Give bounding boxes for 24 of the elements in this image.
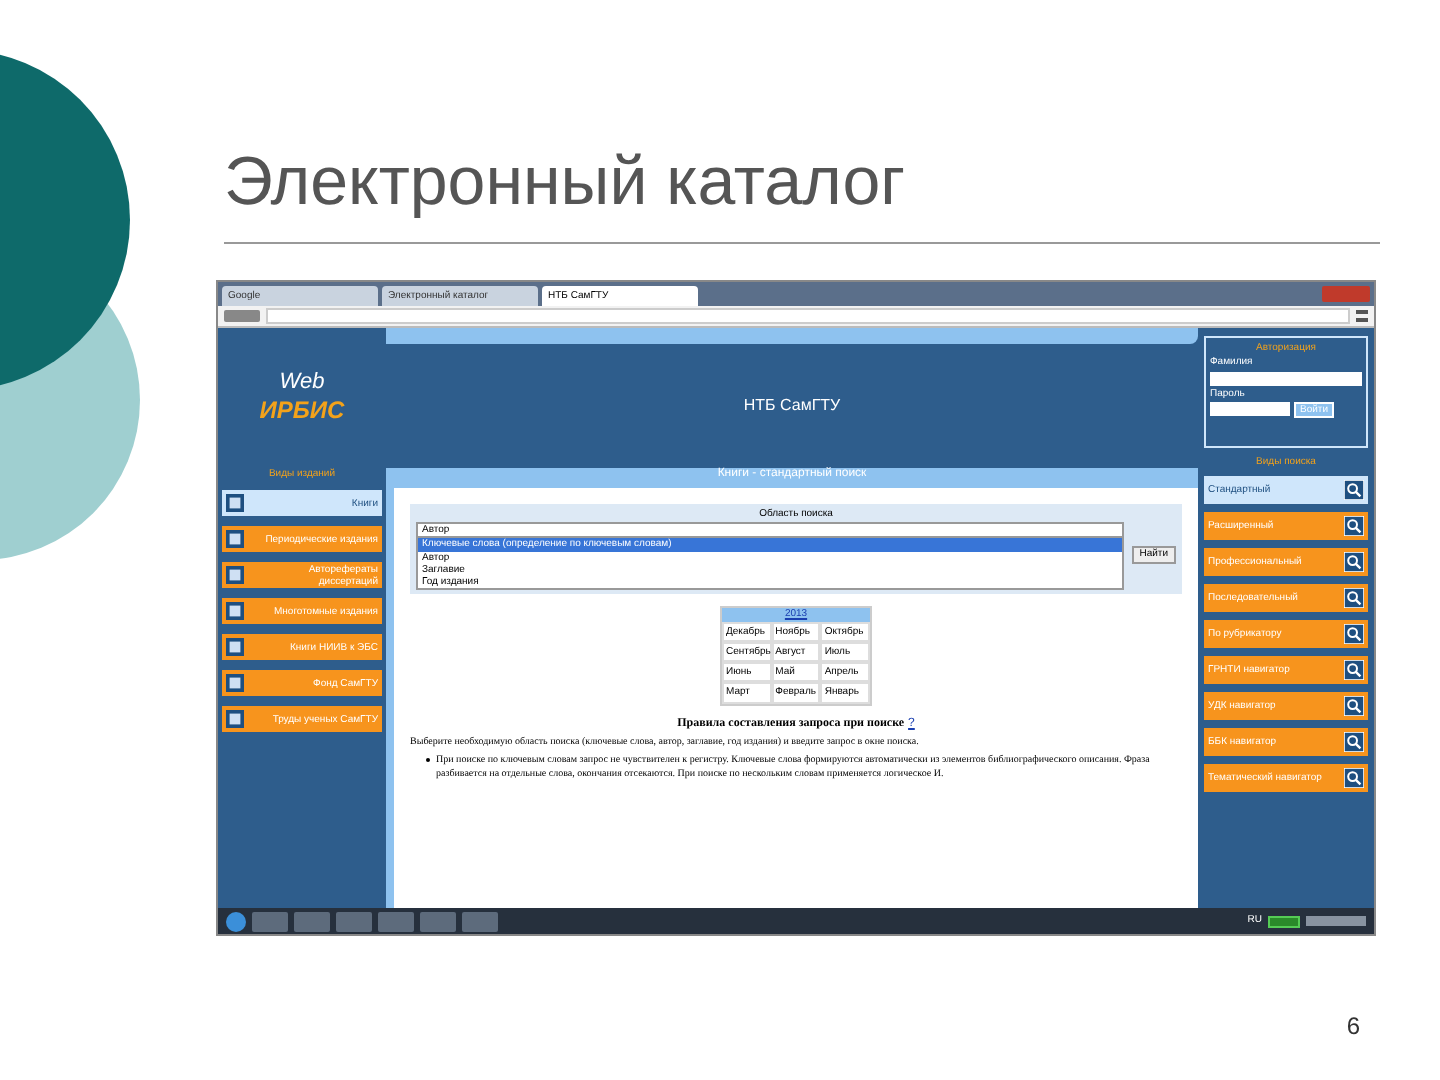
search-icon — [1344, 696, 1364, 717]
taskbar-app-icon[interactable] — [462, 911, 498, 931]
taskbar-app-icon[interactable] — [420, 911, 456, 931]
search-icon — [1344, 624, 1364, 645]
search-icon — [1344, 660, 1364, 681]
search-icon — [1344, 768, 1364, 789]
search-icon — [1344, 588, 1364, 609]
search-icon — [1344, 552, 1364, 573]
battery-icon — [1268, 915, 1300, 927]
taskbar-app-icon[interactable] — [252, 911, 288, 931]
start-button-icon[interactable] — [226, 911, 246, 931]
password-field[interactable] — [1210, 401, 1290, 416]
logo: Web ИРБИС — [257, 367, 347, 429]
slide-title: Электронный каталог — [224, 142, 908, 224]
taskbar-app-icon[interactable] — [294, 911, 330, 931]
menu-icon[interactable] — [1356, 310, 1368, 322]
search-icon — [1344, 480, 1364, 501]
page-number: 6 — [1346, 1010, 1360, 1044]
search-icon — [1344, 516, 1364, 537]
site-title: НТБ СамГТУ — [743, 396, 841, 416]
surname-field[interactable] — [1210, 371, 1362, 385]
search-icon — [1344, 732, 1364, 753]
taskbar-app-icon[interactable] — [336, 911, 372, 931]
taskbar-app-icon[interactable] — [378, 911, 414, 931]
